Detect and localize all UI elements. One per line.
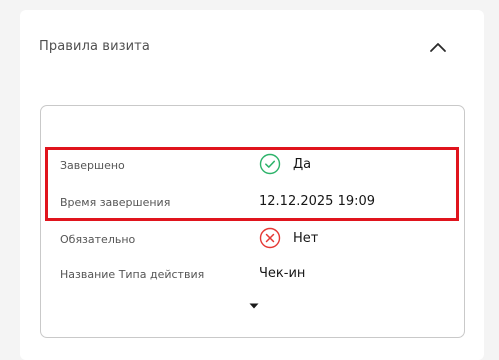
cross-circle-icon [259,227,281,249]
detail-row-completion-time: Время завершения 12.12.2025 19:09 [41,189,464,213]
detail-label: Название Типа действия [60,268,205,281]
section-title: Правила визита [39,39,150,54]
detail-value: Чек-ин [259,266,306,281]
detail-label: Завершено [60,159,125,172]
detail-label: Обязательно [60,233,136,246]
completed-value: Да [293,156,312,172]
chevron-up-icon [430,43,446,52]
check-circle-icon [259,153,281,175]
detail-value: 12.12.2025 19:09 [259,194,376,209]
section-header[interactable]: Правила визита [20,10,484,84]
detail-value: Нет [259,227,318,249]
required-value: Нет [293,230,319,246]
detail-label: Время завершения [60,196,171,209]
detail-row-completed: Завершено Да [41,151,464,175]
expand-more-icon[interactable] [249,303,259,309]
detail-row-required: Обязательно Нет [41,226,464,250]
collapse-button[interactable] [423,34,453,60]
detail-row-action-type: Название Типа действия Чек-ин [41,261,464,285]
detail-value: Да [259,153,311,175]
